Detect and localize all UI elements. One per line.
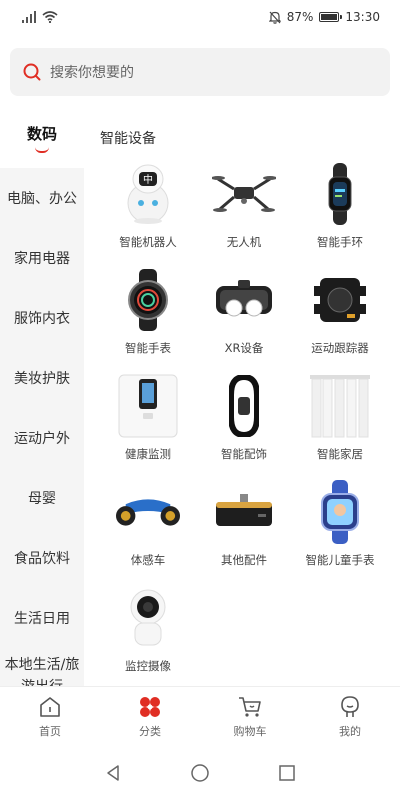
- grid-item-label: 健康监测: [125, 447, 171, 461]
- sidebar-item-daily[interactable]: 生活日用: [0, 588, 84, 648]
- nav-label: 我的: [339, 724, 361, 738]
- kids-watch-icon: [308, 480, 372, 544]
- sidebar-item-apparel[interactable]: 服饰内衣: [0, 288, 84, 348]
- sidebar-item-label: 美妆护肤: [14, 371, 70, 387]
- nav-home[interactable]: 首页: [0, 687, 100, 746]
- sidebar-item-label: 运动户外: [14, 431, 70, 447]
- sidebar-item-label: 母婴: [28, 491, 56, 507]
- cart-icon: [239, 696, 261, 717]
- grid-item-label: 智能家居: [317, 447, 363, 461]
- home-icon: [40, 696, 60, 717]
- search-icon: [23, 63, 41, 81]
- section-title: 智能设备: [100, 131, 156, 147]
- sidebar-item-baby[interactable]: 母婴: [0, 468, 84, 528]
- grid-item-label: 无人机: [226, 235, 262, 249]
- smart-watch-icon: [116, 268, 180, 332]
- grid-item-other-accessory[interactable]: 其他配件: [196, 480, 292, 580]
- nav-label: 首页: [39, 724, 61, 738]
- grid-item-label: 智能手环: [317, 235, 363, 249]
- sidebar-item-computer-office[interactable]: 电脑、办公: [0, 168, 84, 228]
- sidebar-item-label: 电脑、办公: [7, 191, 77, 207]
- status-bar: 87% 13:30: [0, 0, 400, 34]
- sidebar-item-food[interactable]: 食品饮料: [0, 528, 84, 588]
- smart-curtain-icon: [308, 374, 372, 438]
- battery-percent: 87%: [286, 10, 314, 24]
- sidebar-item-label: 服饰内衣: [14, 311, 70, 327]
- status-left: [22, 11, 58, 23]
- grid-item-label: 智能机器人: [119, 235, 177, 249]
- sidebar-item-label: 数码: [26, 125, 57, 143]
- back-icon[interactable]: [104, 764, 122, 782]
- sidebar-item-label: 本地生活/旅游出行: [4, 657, 80, 686]
- active-indicator: [35, 147, 49, 153]
- category-content: 智能设备 中 智能机器人 无人机 智能手环 智能手表 XR设备 运动跟踪器 健康…: [84, 108, 400, 686]
- bottom-nav: 首页 分类 购物车 我的: [0, 686, 400, 746]
- grid-item-label: 运动跟踪器: [311, 341, 369, 355]
- nav-category[interactable]: 分类: [100, 687, 200, 746]
- profile-icon: [341, 695, 359, 717]
- home-button-icon[interactable]: [190, 763, 210, 783]
- grid-item-label: XR设备: [224, 341, 264, 355]
- camera-icon: [116, 586, 180, 650]
- grid-item-label: 其他配件: [221, 553, 267, 567]
- sidebar-item-label: 食品饮料: [14, 551, 70, 567]
- svg-text:中: 中: [143, 173, 153, 186]
- grid-item-smart-watch[interactable]: 智能手表: [100, 268, 196, 368]
- grid-item-drone[interactable]: 无人机: [196, 162, 292, 262]
- grid-item-vr[interactable]: XR设备: [196, 268, 292, 368]
- sidebar-item-local-travel[interactable]: 本地生活/旅游出行: [0, 648, 84, 686]
- hoverboard-icon: [116, 480, 180, 544]
- sidebar-item-appliances[interactable]: 家用电器: [0, 228, 84, 288]
- sidebar-item-sports[interactable]: 运动户外: [0, 408, 84, 468]
- grid-item-robot[interactable]: 中 智能机器人: [100, 162, 196, 262]
- nav-label: 分类: [139, 724, 161, 738]
- sidebar-item-beauty[interactable]: 美妆护肤: [0, 348, 84, 408]
- signal-icon: [22, 11, 36, 23]
- smart-accessory-icon: [212, 374, 276, 438]
- grid-item-label: 体感车: [130, 553, 166, 567]
- grid-item-label: 智能配饰: [221, 447, 267, 461]
- grid-item-label: 智能儿童手表: [305, 553, 375, 567]
- product-grid: 中 智能机器人 无人机 智能手环 智能手表 XR设备 运动跟踪器 健康监测 智能…: [100, 162, 388, 686]
- sidebar-item-label: 生活日用: [14, 611, 70, 627]
- nav-label: 购物车: [233, 724, 267, 738]
- sport-tracker-icon: [308, 268, 372, 332]
- wifi-icon: [42, 11, 58, 23]
- grid-item-kids-watch[interactable]: 智能儿童手表: [292, 480, 388, 580]
- grid-item-label: 智能手表: [125, 341, 171, 355]
- mute-bell-icon: [268, 11, 281, 24]
- system-nav-bar: [0, 746, 400, 800]
- robot-icon: 中: [116, 162, 180, 226]
- grid-item-health[interactable]: 健康监测: [100, 374, 196, 474]
- search-input[interactable]: 搜索你想要的: [50, 62, 134, 82]
- grid-item-sport-tracker[interactable]: 运动跟踪器: [292, 268, 388, 368]
- grid-item-camera[interactable]: 监控摄像: [100, 586, 196, 686]
- grid-item-smart-band[interactable]: 智能手环: [292, 162, 388, 262]
- battery-fill: [321, 14, 338, 20]
- smart-band-icon: [308, 162, 372, 226]
- clock: 13:30: [345, 10, 380, 24]
- drone-icon: [212, 162, 276, 226]
- grid-item-smart-home[interactable]: 智能家居: [292, 374, 388, 474]
- grid-item-hoverboard[interactable]: 体感车: [100, 480, 196, 580]
- grid-item-label: 监控摄像: [125, 659, 171, 673]
- nav-profile[interactable]: 我的: [300, 687, 400, 746]
- grid-item-accessory[interactable]: 智能配饰: [196, 374, 292, 474]
- nav-cart[interactable]: 购物车: [200, 687, 300, 746]
- search-bar[interactable]: 搜索你想要的: [10, 48, 390, 96]
- sidebar-item-digital[interactable]: 数码: [0, 108, 84, 168]
- accessory-icon: [212, 480, 276, 544]
- recents-icon[interactable]: [278, 764, 296, 782]
- vr-headset-icon: [212, 268, 276, 332]
- status-right: 87% 13:30: [268, 10, 380, 24]
- category-sidebar[interactable]: 数码 电脑、办公 家用电器 服饰内衣 美妆护肤 运动户外 母婴 食品饮料 生活日…: [0, 108, 84, 686]
- health-scale-icon: [116, 374, 180, 438]
- battery-icon: [319, 12, 343, 22]
- category-icon: [140, 696, 160, 717]
- sidebar-item-label: 家用电器: [14, 251, 70, 267]
